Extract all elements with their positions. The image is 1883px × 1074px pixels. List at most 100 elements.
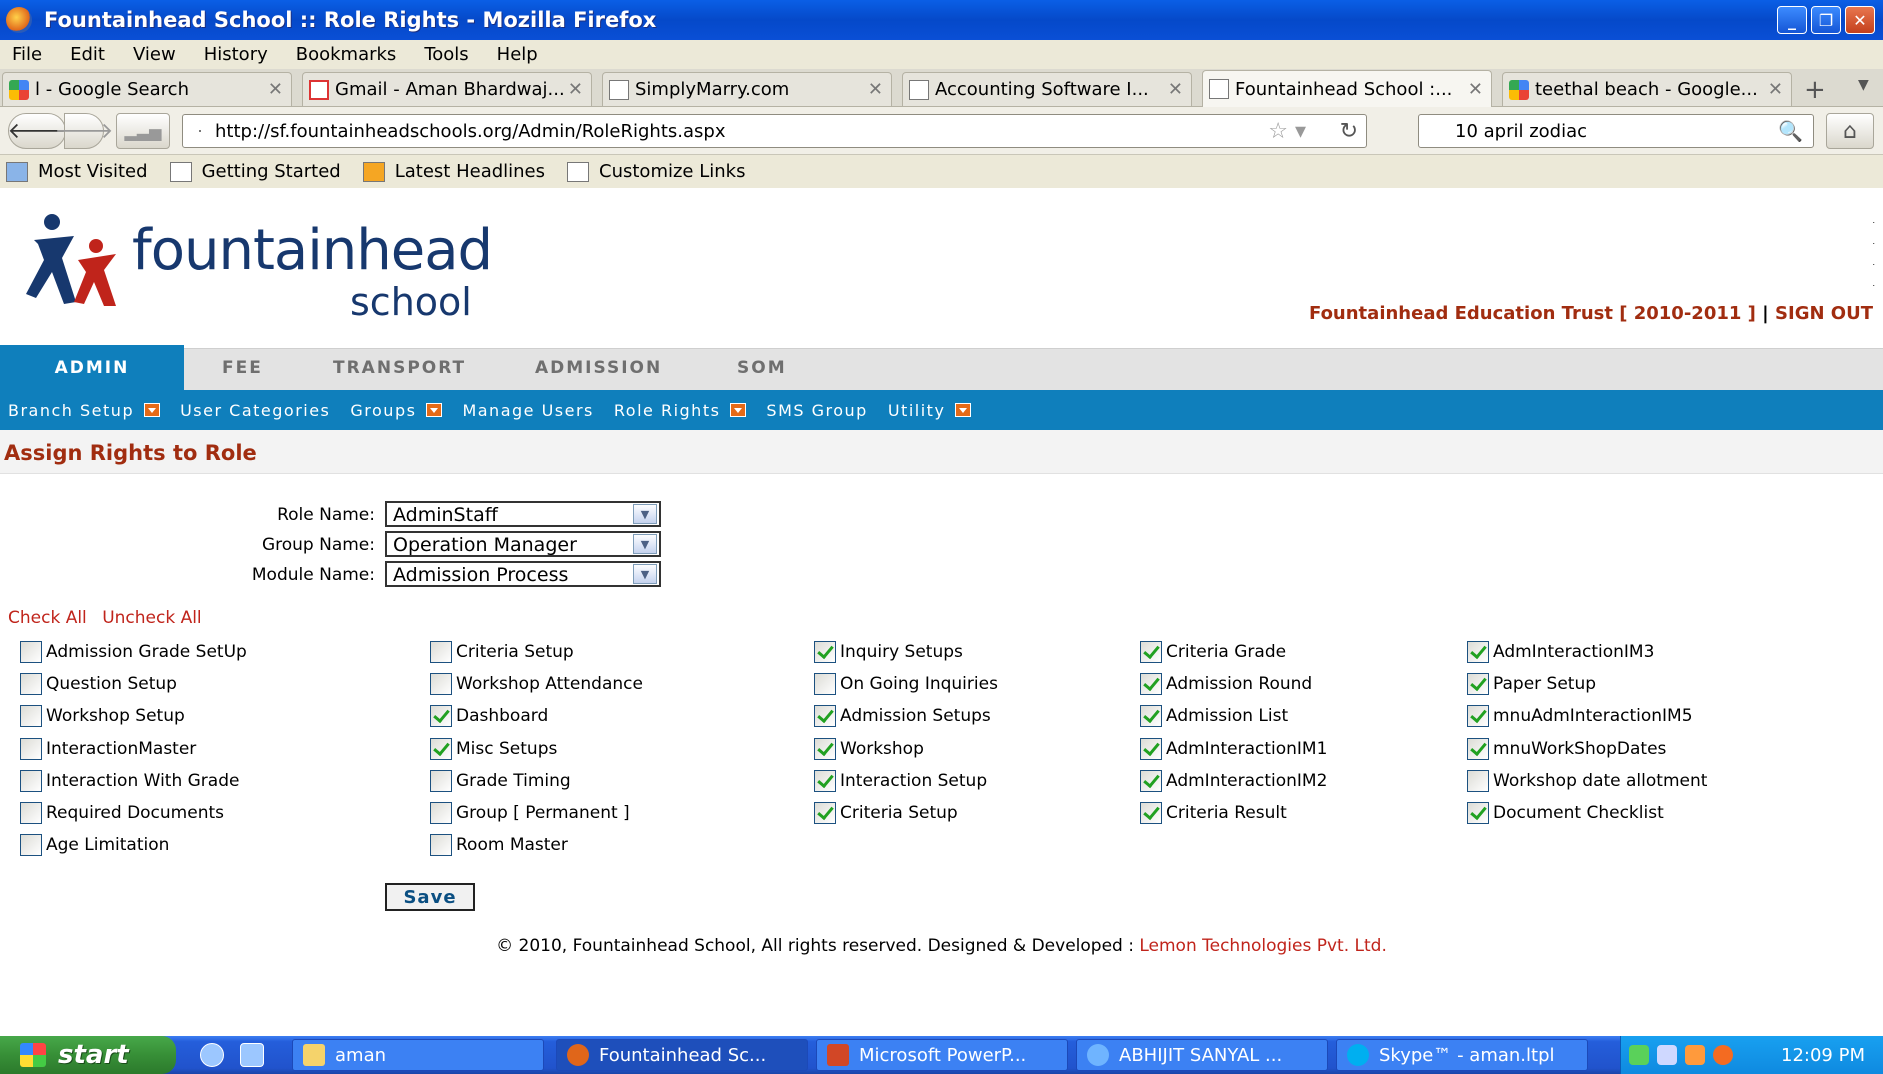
sign-out-link[interactable]: SIGN OUT — [1775, 303, 1873, 324]
home-icon[interactable]: ⌂ — [1826, 113, 1874, 149]
checkbox[interactable] — [20, 705, 42, 727]
internet-explorer-icon[interactable] — [200, 1043, 224, 1067]
checkbox[interactable] — [814, 770, 836, 792]
right-checkbox-item[interactable]: Criteria Setup — [430, 641, 574, 663]
developer-link[interactable]: Lemon Technologies Pvt. Ltd. — [1139, 936, 1387, 956]
checkbox[interactable] — [20, 802, 42, 824]
menu-file[interactable]: File — [12, 44, 42, 65]
search-text[interactable]: 10 april zodiac — [1455, 121, 1587, 142]
restore-button[interactable]: ❐ — [1811, 6, 1841, 34]
checkbox[interactable] — [1140, 802, 1162, 824]
bookmark-latest-headlines[interactable]: Latest Headlines — [362, 161, 545, 182]
checkbox[interactable] — [430, 673, 452, 695]
dropdown-arrow-icon[interactable] — [730, 403, 747, 417]
right-checkbox-item[interactable]: mnuWorkShopDates — [1467, 738, 1666, 760]
dropdown-arrow-icon[interactable] — [144, 403, 161, 417]
checkbox[interactable] — [1140, 673, 1162, 695]
chevron-down-icon[interactable]: ▼ — [633, 504, 657, 524]
right-checkbox-item[interactable]: Interaction With Grade — [20, 770, 239, 792]
tab-google-search[interactable]: l - Google Search ✕ — [2, 72, 292, 106]
right-checkbox-item[interactable]: Room Master — [430, 834, 568, 856]
checkbox[interactable] — [1467, 705, 1489, 727]
checkbox[interactable] — [1467, 738, 1489, 760]
new-tab-icon[interactable]: + — [1804, 75, 1826, 105]
start-button[interactable]: start — [0, 1036, 176, 1074]
menu-help[interactable]: Help — [497, 44, 538, 65]
checkbox[interactable] — [430, 738, 452, 760]
checkbox[interactable] — [1467, 802, 1489, 824]
tab-accounting[interactable]: Accounting Software I... ✕ — [902, 72, 1192, 106]
menu-tools[interactable]: Tools — [424, 44, 468, 65]
task-skype[interactable]: Skype™ - aman.ltpl — [1336, 1039, 1588, 1071]
checkbox[interactable] — [814, 641, 836, 663]
right-checkbox-item[interactable]: Dashboard — [430, 705, 548, 727]
close-window-button[interactable]: ✕ — [1845, 6, 1875, 34]
tab-fee[interactable]: FEE — [222, 358, 263, 378]
menu-edit[interactable]: Edit — [70, 44, 105, 65]
menu-view[interactable]: View — [133, 44, 176, 65]
menu-bookmarks[interactable]: Bookmarks — [296, 44, 397, 65]
url-text[interactable]: http://sf.fountainheadschools.org/Admin/… — [215, 121, 725, 142]
checkbox[interactable] — [1467, 641, 1489, 663]
task-chat[interactable]: ABHIJIT SANYAL ... — [1076, 1039, 1328, 1071]
search-bar[interactable]: 10 april zodiac 🔍 — [1418, 114, 1814, 148]
checkbox[interactable] — [1140, 738, 1162, 760]
checkbox[interactable] — [20, 673, 42, 695]
dropdown-arrow-icon[interactable] — [426, 403, 443, 417]
check-all-link[interactable]: Check All — [8, 608, 87, 628]
group-name-select[interactable]: Operation Manager ▼ — [385, 531, 661, 557]
right-checkbox-item[interactable]: Document Checklist — [1467, 802, 1664, 824]
tab-admission[interactable]: ADMISSION — [535, 358, 662, 378]
right-checkbox-item[interactable]: Admission Setups — [814, 705, 991, 727]
bookmark-customize-links[interactable]: Customize Links — [567, 161, 745, 182]
checkbox[interactable] — [1140, 705, 1162, 727]
checkbox[interactable] — [814, 802, 836, 824]
right-checkbox-item[interactable]: Admission List — [1140, 705, 1288, 727]
right-checkbox-item[interactable]: AdmInteractionIM3 — [1467, 641, 1654, 663]
right-checkbox-item[interactable]: Admission Grade SetUp — [20, 641, 247, 663]
submenu-role-rights[interactable]: Role Rights — [614, 401, 747, 420]
right-checkbox-item[interactable]: AdmInteractionIM2 — [1140, 770, 1327, 792]
checkbox[interactable] — [814, 705, 836, 727]
signal-bars-icon[interactable]: ▂▃▅ — [116, 113, 170, 149]
checkbox[interactable] — [430, 834, 452, 856]
checkbox[interactable] — [1140, 641, 1162, 663]
right-checkbox-item[interactable]: mnuAdmInteractionIM5 — [1467, 705, 1693, 727]
save-button[interactable]: Save — [385, 883, 475, 911]
tray-status-icon[interactable] — [1713, 1045, 1733, 1065]
tab-simplymarry[interactable]: SimplyMarry.com ✕ — [602, 72, 892, 106]
checkbox[interactable] — [430, 641, 452, 663]
right-checkbox-item[interactable]: Group [ Permanent ] — [430, 802, 630, 824]
checkbox[interactable] — [20, 738, 42, 760]
tab-teethal-beach[interactable]: teethal beach - Google... ✕ — [1502, 72, 1792, 106]
checkbox[interactable] — [20, 770, 42, 792]
right-checkbox-item[interactable]: Interaction Setup — [814, 770, 987, 792]
checkbox[interactable] — [20, 834, 42, 856]
submenu-utility[interactable]: Utility — [888, 401, 972, 420]
right-checkbox-item[interactable]: Required Documents — [20, 802, 224, 824]
submenu-sms-group[interactable]: SMS Group — [766, 401, 867, 420]
right-checkbox-item[interactable]: Paper Setup — [1467, 673, 1596, 695]
tab-fountainhead[interactable]: Fountainhead School :... ✕ — [1202, 70, 1492, 107]
forward-arrow-icon[interactable]: 🡒 — [55, 113, 114, 149]
task-firefox[interactable]: Fountainhead Sc... — [556, 1039, 808, 1071]
uncheck-all-link[interactable]: Uncheck All — [102, 608, 201, 628]
module-name-select[interactable]: Admission Process ▼ — [385, 561, 661, 587]
right-checkbox-item[interactable]: Workshop — [814, 738, 924, 760]
right-checkbox-item[interactable]: Grade Timing — [430, 770, 571, 792]
star-icon[interactable]: ☆ ▾ — [1268, 119, 1306, 144]
close-tab-icon[interactable]: ✕ — [1768, 79, 1783, 100]
close-tab-icon[interactable]: ✕ — [868, 79, 883, 100]
right-checkbox-item[interactable]: Criteria Setup — [814, 802, 958, 824]
right-checkbox-item[interactable]: Workshop Setup — [20, 705, 185, 727]
bookmark-most-visited[interactable]: Most Visited — [6, 161, 148, 182]
minimize-button[interactable]: _ — [1777, 6, 1807, 34]
right-checkbox-item[interactable]: Question Setup — [20, 673, 177, 695]
checkbox[interactable] — [430, 770, 452, 792]
tray-clock-icon[interactable] — [1629, 1045, 1649, 1065]
right-checkbox-item[interactable]: Workshop Attendance — [430, 673, 643, 695]
right-checkbox-item[interactable]: Workshop date allotment — [1467, 770, 1707, 792]
right-checkbox-item[interactable]: Age Limitation — [20, 834, 169, 856]
quick-launch-icon[interactable] — [240, 1043, 264, 1067]
close-tab-icon[interactable]: ✕ — [568, 79, 583, 100]
